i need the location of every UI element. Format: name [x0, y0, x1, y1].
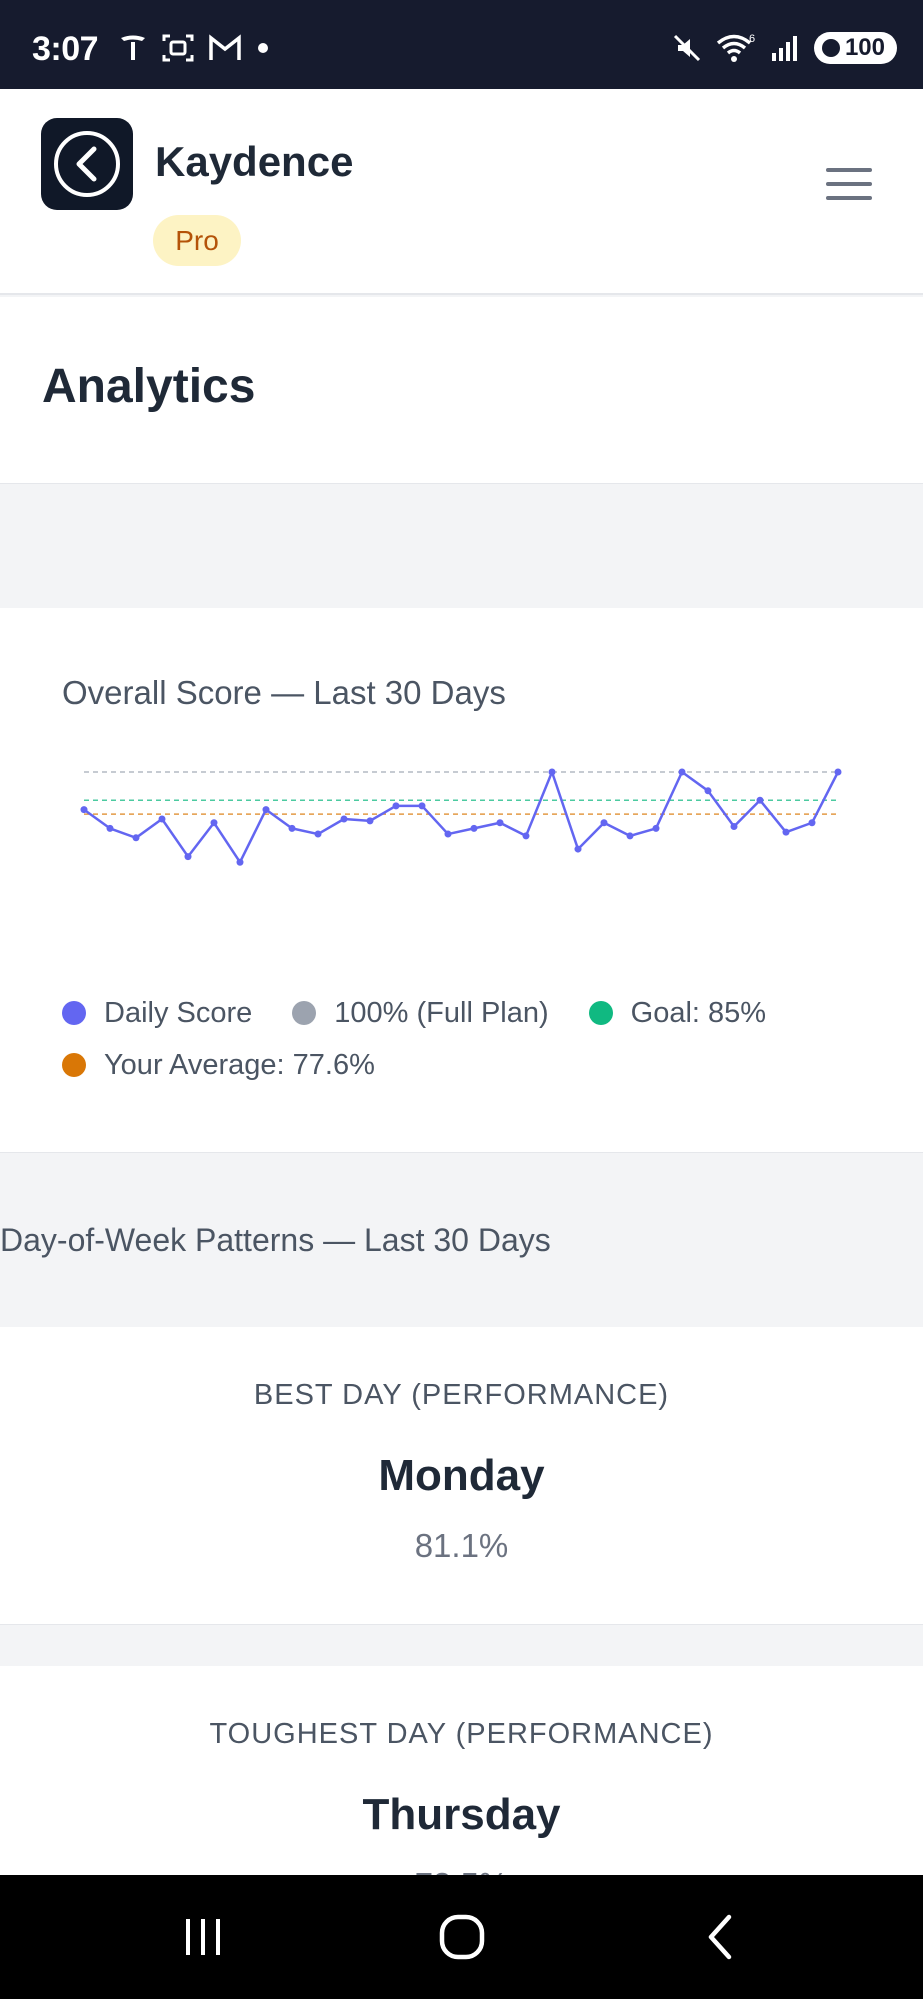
daily-score-point[interactable] [158, 815, 166, 823]
dot-icon [258, 43, 268, 53]
daily-score-point[interactable] [652, 824, 660, 832]
back-button[interactable] [686, 1905, 756, 1969]
daily-score-point[interactable] [704, 787, 712, 795]
pro-badge: Pro [153, 215, 241, 266]
battery-indicator: 100 [813, 32, 897, 64]
daily-score-point[interactable] [522, 832, 530, 840]
daily-score-point[interactable] [470, 824, 478, 832]
daily-score-point[interactable] [444, 830, 452, 838]
legend-dot [62, 1053, 86, 1077]
daily-score-point[interactable] [678, 768, 686, 776]
overall-score-card: Overall Score — Last 30 Days Daily Score… [0, 608, 923, 1153]
app-name: Kaydence [155, 138, 354, 185]
best-day-value: 81.1% [414, 1527, 509, 1564]
daily-score-point[interactable] [756, 796, 764, 804]
best-day-label: BEST DAY (PERFORMANCE) [253, 1379, 670, 1411]
legend-item: Goal: 85% [588, 996, 767, 1029]
daily-score-point[interactable] [548, 768, 556, 776]
gmail-icon [209, 34, 241, 60]
recent-apps-icon [186, 1919, 220, 1955]
legend-label: Daily Score [104, 996, 253, 1029]
daily-score-point[interactable] [262, 806, 270, 814]
svg-text:6: 6 [749, 33, 755, 45]
legend-dot [62, 1001, 86, 1025]
home-button[interactable] [427, 1905, 497, 1969]
daily-score-point[interactable] [184, 853, 192, 861]
legend-dot [588, 1001, 613, 1025]
back-icon [708, 1914, 732, 1960]
daily-score-point[interactable] [496, 819, 504, 827]
daily-score-point[interactable] [106, 824, 114, 832]
battery-level: 100 [844, 34, 885, 61]
daily-score-point[interactable] [730, 823, 738, 831]
toughest-day-name: Thursday [362, 1790, 561, 1839]
day-of-week-heading: Day-of-Week Patterns — Last 30 Days [0, 1222, 551, 1258]
daily-score-point[interactable] [340, 815, 348, 823]
legend-item: Your Average: 77.6% [62, 1048, 375, 1081]
wifi-icon: 6 [716, 33, 755, 62]
daily-score-point[interactable] [626, 832, 634, 840]
legend-item: Daily Score [62, 996, 253, 1029]
daily-score-point[interactable] [782, 828, 790, 836]
status-right-icons: 6 100 [672, 32, 897, 64]
daily-score-point[interactable] [288, 824, 296, 832]
status-time: 3:07 [32, 30, 99, 68]
daily-score-point[interactable] [392, 802, 400, 810]
legend-label: Goal: 85% [630, 996, 767, 1029]
app-logo-icon[interactable] [41, 118, 133, 210]
daily-score-point[interactable] [236, 858, 244, 866]
daily-score-point[interactable] [808, 819, 816, 827]
hamburger-menu-button[interactable] [826, 168, 874, 208]
daily-score-point[interactable] [210, 819, 218, 827]
legend-label: 100% (Full Plan) [334, 996, 549, 1029]
system-nav-bar [0, 1875, 923, 1999]
daily-score-line [83, 770, 840, 864]
daily-score-point[interactable] [834, 768, 842, 776]
tesla-icon [121, 35, 145, 60]
app-header: Kaydence Pro [0, 89, 923, 295]
legend-label: Your Average: 77.6% [104, 1048, 375, 1081]
recent-apps-button[interactable] [168, 1905, 238, 1969]
status-bar: 3:07 6 100 [0, 0, 923, 89]
best-day-name: Monday [378, 1451, 545, 1500]
daily-score-point[interactable] [314, 830, 322, 838]
legend-dot [292, 1001, 317, 1025]
chart-legend: Daily Score 100% (Full Plan) Goal: 85% Your… [62, 996, 882, 1081]
battery-shield-icon [821, 39, 840, 57]
home-icon [439, 1914, 485, 1960]
best-day-card: BEST DAY (PERFORMANCE) Monday 81.1% [0, 1327, 923, 1625]
daily-score-point[interactable] [574, 845, 582, 853]
daily-score-point[interactable] [80, 806, 88, 814]
page-title: Analytics [42, 360, 256, 413]
signal-icon [771, 36, 797, 61]
page-title-band: Analytics [0, 297, 923, 484]
daily-score-point[interactable] [366, 817, 374, 825]
status-left-icons [118, 33, 270, 63]
daily-score-point[interactable] [132, 834, 140, 842]
screenshot-icon [162, 34, 194, 62]
hamburger-icon [826, 168, 872, 172]
legend-item: 100% (Full Plan) [292, 996, 549, 1029]
daily-score-point[interactable] [418, 802, 426, 810]
mute-icon [673, 34, 701, 62]
toughest-day-label: TOUGHEST DAY (PERFORMANCE) [209, 1718, 714, 1750]
daily-score-point[interactable] [600, 819, 608, 827]
